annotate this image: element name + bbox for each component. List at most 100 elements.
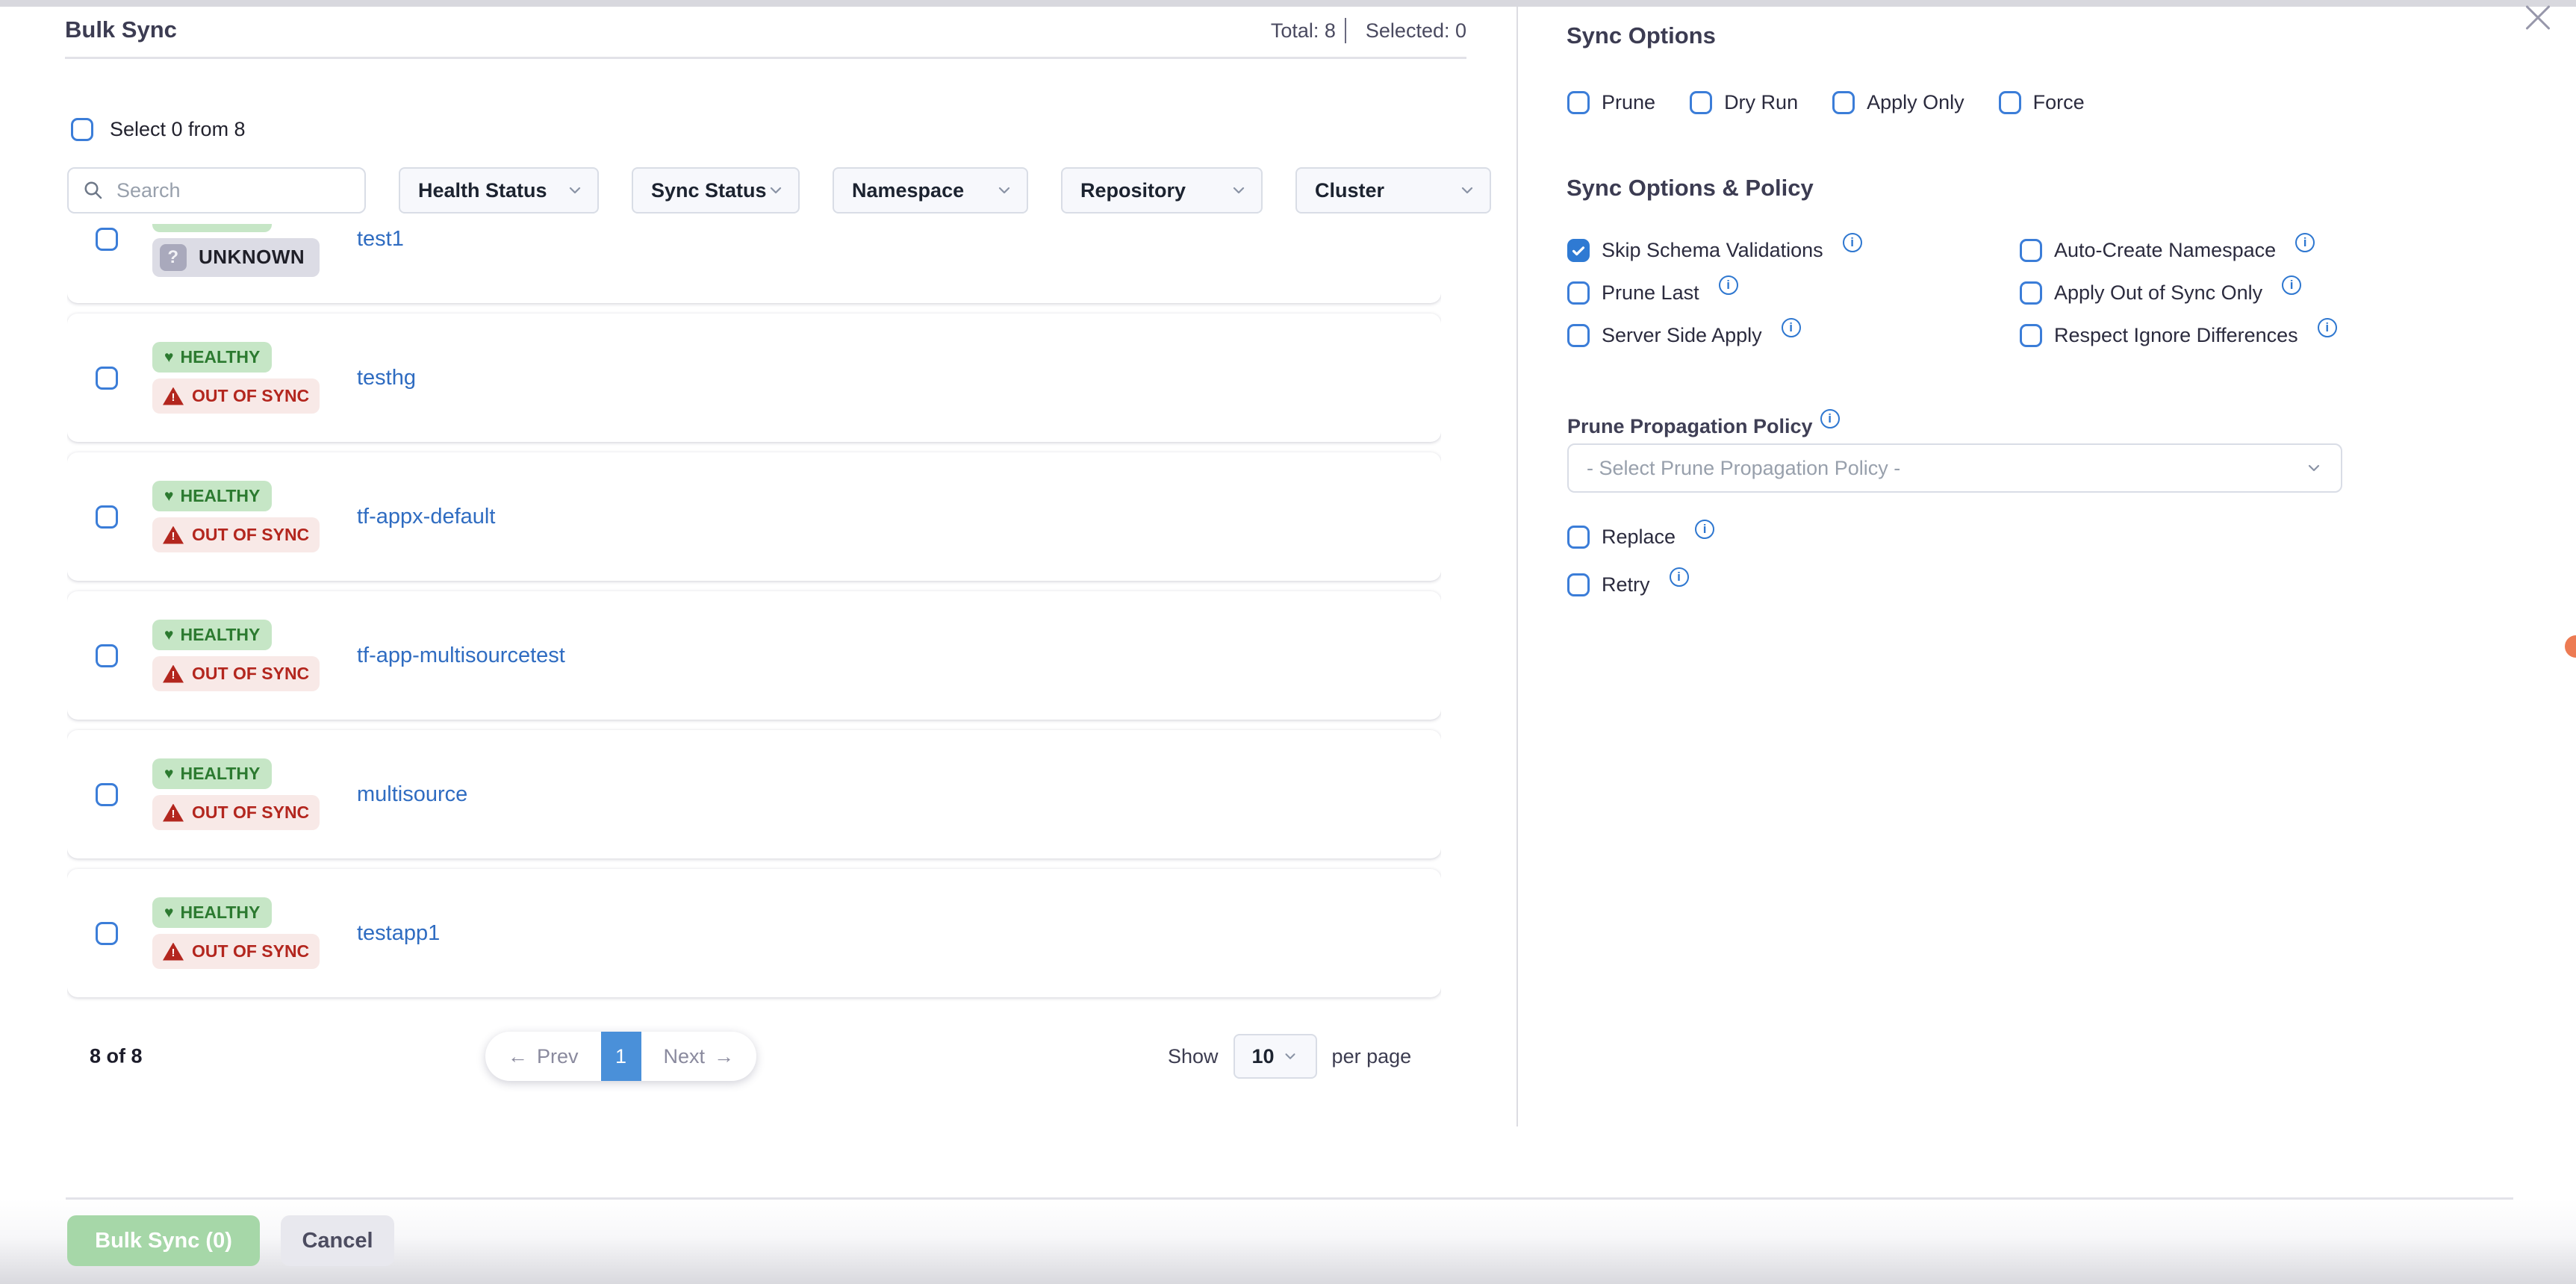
warning-icon: ! <box>163 387 184 405</box>
page-number-button[interactable]: 1 <box>601 1032 641 1081</box>
option-apply-out-of-sync-only[interactable]: Apply Out of Sync Only i <box>2020 281 2337 305</box>
option-respect-ignore-differences[interactable]: Respect Ignore Differences i <box>2020 324 2337 347</box>
row-checkbox[interactable] <box>96 505 118 529</box>
prune-propagation-policy-label: Prune Propagation Policy <box>1567 415 1813 438</box>
next-arrow-icon: → <box>714 1047 734 1067</box>
heart-icon: ♥ <box>164 766 173 782</box>
sync-status-badge: ! OUT OF SYNC <box>152 517 320 552</box>
app-link[interactable]: testapp1 <box>357 921 440 946</box>
heart-icon: ♥ <box>164 488 173 504</box>
info-icon[interactable]: i <box>1695 520 1714 539</box>
row-checkbox[interactable] <box>96 228 118 251</box>
edge-notification-dot[interactable] <box>2565 635 2576 658</box>
apply-only-checkbox[interactable] <box>1832 91 1855 114</box>
row-checkbox[interactable] <box>96 367 118 390</box>
filter-namespace[interactable]: Namespace <box>833 167 1028 214</box>
option-dry-run[interactable]: Dry Run <box>1690 91 1798 114</box>
sync-status-badge: ? UNKNOWN <box>152 238 320 277</box>
header-divider <box>65 57 1466 59</box>
close-icon[interactable] <box>2520 0 2556 36</box>
sync-status-badge: ! OUT OF SYNC <box>152 934 320 969</box>
option-apply-only[interactable]: Apply Only <box>1832 91 1964 114</box>
retry-checkbox[interactable] <box>1567 573 1590 596</box>
per-page-label: per page <box>1332 1045 1412 1068</box>
check-icon <box>1570 243 1587 259</box>
replace-checkbox[interactable] <box>1567 526 1590 549</box>
dry-run-checkbox[interactable] <box>1690 91 1712 114</box>
totals-summary: Total: 8 Selected: 0 <box>1271 18 1466 43</box>
health-status-badge: ♥ HEALTHY <box>152 897 272 928</box>
app-link[interactable]: test1 <box>357 227 404 252</box>
health-status-badge: ♥ HEALTHY <box>152 481 272 511</box>
filter-bar: Health Status Sync Status Namespace Repo… <box>67 167 1491 214</box>
info-icon[interactable]: i <box>1719 275 1738 295</box>
cancel-button[interactable]: Cancel <box>281 1215 394 1266</box>
bulk-sync-button[interactable]: Bulk Sync (0) <box>67 1215 260 1266</box>
prune-checkbox[interactable] <box>1567 91 1590 114</box>
info-icon[interactable]: i <box>2282 275 2301 295</box>
next-page-button[interactable]: Next → <box>641 1032 757 1081</box>
filter-health-status[interactable]: Health Status <box>399 167 599 214</box>
force-checkbox[interactable] <box>1999 91 2021 114</box>
chevron-down-icon <box>2305 459 2323 477</box>
row-checkbox[interactable] <box>96 922 118 945</box>
health-status-badge: ♥ HEALTHY <box>152 758 272 789</box>
page-size-group: Show 10 per page <box>1168 1032 1411 1081</box>
apply-out-of-sync-only-checkbox[interactable] <box>2020 281 2042 305</box>
info-icon[interactable]: i <box>2318 318 2337 337</box>
app-link[interactable]: tf-appx-default <box>357 505 495 529</box>
row-checkbox[interactable] <box>96 644 118 667</box>
info-icon[interactable]: i <box>2295 233 2315 252</box>
sync-policy-title: Sync Options & Policy <box>1567 175 1814 202</box>
chevron-down-icon <box>995 181 1013 199</box>
bulk-sync-dialog: Bulk Sync Total: 8 Selected: 0 Select 0 … <box>0 0 2576 1284</box>
info-icon[interactable]: i <box>1782 318 1801 337</box>
filter-repository[interactable]: Repository <box>1061 167 1263 214</box>
app-link[interactable]: tf-app-multisourcetest <box>357 643 565 668</box>
page-size-select[interactable]: 10 <box>1233 1034 1317 1079</box>
info-icon[interactable]: i <box>1820 409 1840 428</box>
app-row-testhg: ♥ HEALTHY ! OUT OF SYNC testhg <box>67 314 1441 442</box>
server-side-apply-checkbox[interactable] <box>1567 324 1590 347</box>
total-count: Total: 8 <box>1271 19 1336 43</box>
app-row-testapp1: ♥ HEALTHY ! OUT OF SYNC testapp1 <box>67 869 1441 997</box>
health-status-badge: ♥ HEALTHY <box>152 342 272 373</box>
info-icon[interactable]: i <box>1670 567 1689 587</box>
health-status-badge: ♥ HEALTHY <box>152 620 272 650</box>
info-icon[interactable]: i <box>1843 233 1862 252</box>
warning-icon: ! <box>163 943 184 961</box>
pagination-bar: 8 of 8 ← Prev 1 Next → Show 10 per page <box>67 1032 1441 1081</box>
app-link[interactable]: multisource <box>357 782 467 807</box>
chevron-down-icon <box>1458 181 1476 199</box>
footer-divider <box>66 1197 2513 1200</box>
result-count: 8 of 8 <box>90 1045 143 1068</box>
heart-icon: ♥ <box>164 224 173 225</box>
option-force[interactable]: Force <box>1999 91 2085 114</box>
prev-page-button[interactable]: ← Prev <box>485 1032 601 1081</box>
select-all-checkbox[interactable] <box>71 118 93 141</box>
row-checkbox[interactable] <box>96 783 118 806</box>
select-placeholder: - Select Prune Propagation Policy - <box>1587 457 1900 480</box>
option-prune-last[interactable]: Prune Last i <box>1567 281 2020 305</box>
search-input[interactable] <box>115 178 351 203</box>
option-replace[interactable]: Replace i <box>1567 526 1714 549</box>
warning-icon: ! <box>163 526 184 544</box>
option-prune[interactable]: Prune <box>1567 91 1655 114</box>
filter-sync-status[interactable]: Sync Status <box>632 167 800 214</box>
app-link[interactable]: testhg <box>357 366 416 390</box>
prune-propagation-policy-select[interactable]: - Select Prune Propagation Policy - <box>1567 443 2342 493</box>
search-box <box>67 167 366 214</box>
option-retry[interactable]: Retry i <box>1567 573 1689 596</box>
pagination-pill: ← Prev 1 Next → <box>485 1032 756 1081</box>
option-server-side-apply[interactable]: Server Side Apply i <box>1567 324 2020 347</box>
chevron-down-icon <box>1230 181 1248 199</box>
skip-schema-validations-checkbox[interactable] <box>1567 239 1590 262</box>
prune-propagation-policy-label-row: Prune Propagation Policy i <box>1567 415 1840 438</box>
show-label: Show <box>1168 1045 1219 1068</box>
auto-create-namespace-checkbox[interactable] <box>2020 239 2042 262</box>
filter-cluster[interactable]: Cluster <box>1295 167 1491 214</box>
option-skip-schema-validations[interactable]: Skip Schema Validations i <box>1567 239 2020 262</box>
option-auto-create-namespace[interactable]: Auto-Create Namespace i <box>2020 239 2337 262</box>
respect-ignore-differences-checkbox[interactable] <box>2020 324 2042 347</box>
prune-last-checkbox[interactable] <box>1567 281 1590 305</box>
